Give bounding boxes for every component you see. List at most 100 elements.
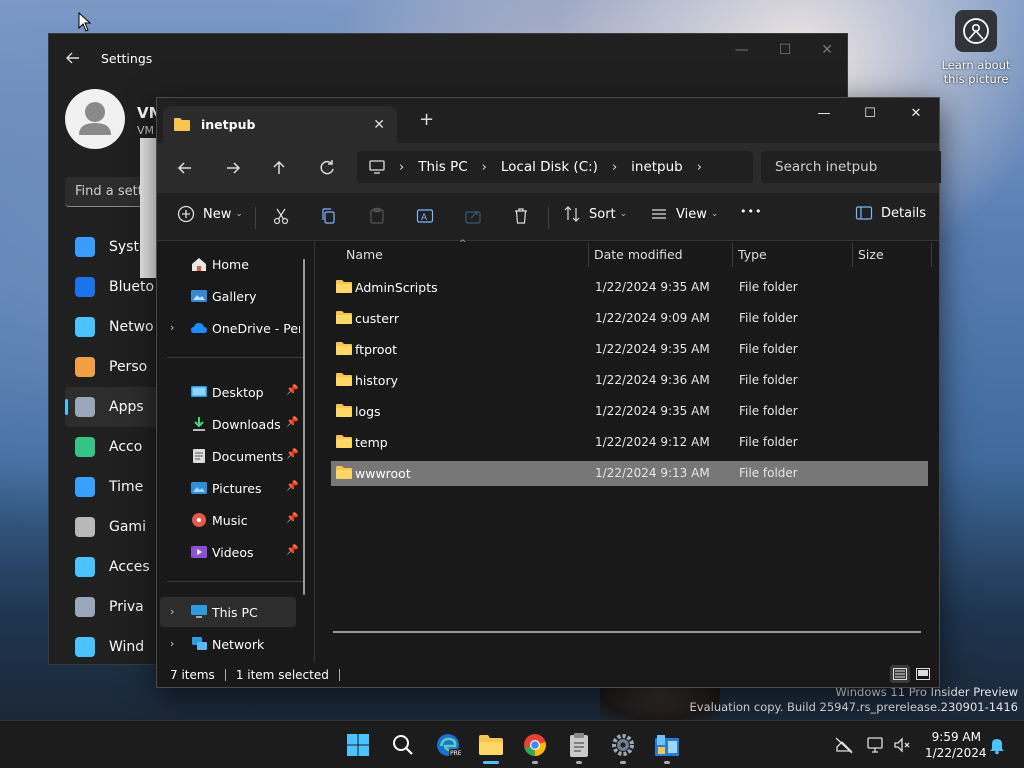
table-row[interactable]: AdminScripts 1/22/2024 9:35 AM File folder xyxy=(331,275,928,300)
column-divider[interactable] xyxy=(931,243,932,267)
sidebar-item-onedrive[interactable]: › OneDrive - Personal xyxy=(160,313,300,343)
details-label: Details xyxy=(881,205,927,221)
chevron-down-icon: ⌄ xyxy=(619,209,628,219)
chevron-right-icon[interactable]: › xyxy=(170,637,174,650)
sidebar-item-this-pc[interactable]: › This PC xyxy=(160,597,296,627)
file-date-modified: 1/22/2024 9:12 AM xyxy=(595,435,710,449)
file-explorer-window[interactable]: inetpub ✕ + — ☐ ✕ › This PC › Local Disk… xyxy=(156,97,941,688)
file-explorer-button[interactable] xyxy=(477,731,505,759)
sort-button[interactable]: Sort ⌄ xyxy=(563,205,627,223)
chevron-right-icon[interactable]: › xyxy=(482,160,487,175)
sidebar-item-desktop[interactable]: Desktop 📌 xyxy=(160,377,298,407)
share-icon[interactable] xyxy=(464,207,482,225)
view-button[interactable]: View ⌄ xyxy=(650,205,718,223)
back-arrow-icon[interactable] xyxy=(65,50,81,66)
refresh-icon[interactable] xyxy=(317,158,337,178)
table-row[interactable]: wwwroot 1/22/2024 9:13 AM File folder xyxy=(331,461,928,486)
no-network-icon[interactable] xyxy=(834,735,854,755)
column-size[interactable]: Size xyxy=(858,247,884,262)
tiles-view-button[interactable] xyxy=(913,665,933,683)
table-row[interactable]: temp 1/22/2024 9:12 AM File folder xyxy=(331,430,928,455)
column-name[interactable]: Name xyxy=(346,247,383,262)
column-divider[interactable] xyxy=(732,243,733,267)
learn-picture-icon-box[interactable] xyxy=(955,10,997,52)
folder-icon xyxy=(479,735,503,755)
display-icon[interactable] xyxy=(866,735,886,755)
column-divider[interactable] xyxy=(852,243,853,267)
pin-icon[interactable]: 📌 xyxy=(286,513,298,524)
pin-icon[interactable]: 📌 xyxy=(286,417,298,428)
breadcrumb-local-disk[interactable]: Local Disk (C:) xyxy=(501,159,598,175)
delete-icon[interactable] xyxy=(512,207,530,225)
learn-about-picture-widget[interactable]: Learn about this picture xyxy=(940,10,1012,86)
table-row[interactable]: logs 1/22/2024 9:35 AM File folder xyxy=(331,399,928,424)
close-icon[interactable]: ✕ xyxy=(893,98,939,128)
search-input[interactable]: Search inetpub xyxy=(761,151,941,183)
edge-beta-button[interactable]: PRE xyxy=(434,731,462,759)
notification-bell-icon[interactable] xyxy=(987,735,1007,755)
column-type[interactable]: Type xyxy=(738,247,767,262)
minimize-icon[interactable]: — xyxy=(801,98,847,128)
pin-icon[interactable]: 📌 xyxy=(286,385,298,396)
maximize-icon[interactable]: ☐ xyxy=(779,42,792,58)
breadcrumb-inetpub[interactable]: inetpub xyxy=(631,159,683,175)
notepad-button[interactable] xyxy=(565,731,593,759)
new-tab-icon[interactable]: + xyxy=(419,109,434,130)
back-arrow-icon[interactable] xyxy=(175,158,195,178)
sidebar-item-gallery[interactable]: Gallery xyxy=(160,281,296,311)
sidebar-item-videos[interactable]: Videos 📌 xyxy=(160,537,298,567)
chevron-right-icon[interactable]: › xyxy=(170,605,174,618)
chevron-down-icon: ⌄ xyxy=(235,209,243,219)
pin-icon[interactable]: 📌 xyxy=(286,545,298,556)
cloud-icon xyxy=(191,323,207,333)
forward-arrow-icon[interactable] xyxy=(223,158,243,178)
column-divider[interactable] xyxy=(588,243,589,267)
chevron-right-icon[interactable]: › xyxy=(612,160,617,175)
table-row[interactable]: ftproot 1/22/2024 9:35 AM File folder xyxy=(331,337,928,362)
tab-close-icon[interactable]: ✕ xyxy=(373,117,385,133)
see-more-button[interactable]: ••• xyxy=(740,205,762,218)
address-box[interactable]: › This PC › Local Disk (C:) › inetpub › xyxy=(357,151,753,183)
settings-button[interactable] xyxy=(609,731,637,759)
rename-icon[interactable]: A xyxy=(416,207,434,225)
pin-icon[interactable]: 📌 xyxy=(286,449,298,460)
horizontal-scrollbar[interactable] xyxy=(333,631,921,633)
table-row[interactable]: history 1/22/2024 9:36 AM File folder xyxy=(331,368,928,393)
user-avatar[interactable] xyxy=(65,89,125,149)
minimize-icon[interactable]: — xyxy=(735,42,749,58)
taskbar-clock[interactable]: 9:59 AM 1/22/2024 xyxy=(925,729,987,761)
details-view-button[interactable] xyxy=(890,665,910,683)
up-arrow-icon[interactable] xyxy=(269,158,289,178)
chevron-right-icon[interactable]: › xyxy=(697,160,702,175)
copy-icon[interactable] xyxy=(320,207,338,225)
tab-inetpub[interactable]: inetpub ✕ xyxy=(163,106,397,143)
sidebar-item-music[interactable]: Music 📌 xyxy=(160,505,298,535)
start-button[interactable] xyxy=(344,731,372,759)
file-date-modified: 1/22/2024 9:36 AM xyxy=(595,373,710,387)
paste-icon[interactable] xyxy=(368,207,386,225)
search-button[interactable] xyxy=(389,731,417,759)
breadcrumb-this-pc[interactable]: This PC xyxy=(418,159,467,175)
tiles-view-icon xyxy=(916,668,930,680)
server-manager-button[interactable] xyxy=(653,731,681,759)
close-icon[interactable]: ✕ xyxy=(821,42,833,58)
chrome-button[interactable] xyxy=(521,731,549,759)
chevron-right-icon[interactable]: › xyxy=(170,321,174,334)
details-button[interactable]: Details xyxy=(855,205,926,221)
sidebar-item-documents[interactable]: Documents 📌 xyxy=(160,441,298,471)
view-toggle xyxy=(890,665,933,683)
settings-nav-label: Priva xyxy=(109,599,144,615)
sidebar-item-downloads[interactable]: Downloads 📌 xyxy=(160,409,298,439)
status-bar: 7 items 1 item selected xyxy=(157,663,939,687)
maximize-icon[interactable]: ☐ xyxy=(847,98,893,128)
sidebar-item-pictures[interactable]: Pictures 📌 xyxy=(160,473,298,503)
volume-muted-icon[interactable] xyxy=(892,735,912,755)
sidebar-scrollbar[interactable] xyxy=(303,259,305,595)
new-button[interactable]: New ⌄ xyxy=(177,205,243,223)
cut-icon[interactable] xyxy=(272,207,290,225)
column-date-modified[interactable]: Date modified xyxy=(594,247,683,262)
sidebar-item-home[interactable]: Home xyxy=(160,249,296,279)
pin-icon[interactable]: 📌 xyxy=(286,481,298,492)
table-row[interactable]: custerr 1/22/2024 9:09 AM File folder xyxy=(331,306,928,331)
sidebar-item-network[interactable]: › Network xyxy=(160,629,296,659)
